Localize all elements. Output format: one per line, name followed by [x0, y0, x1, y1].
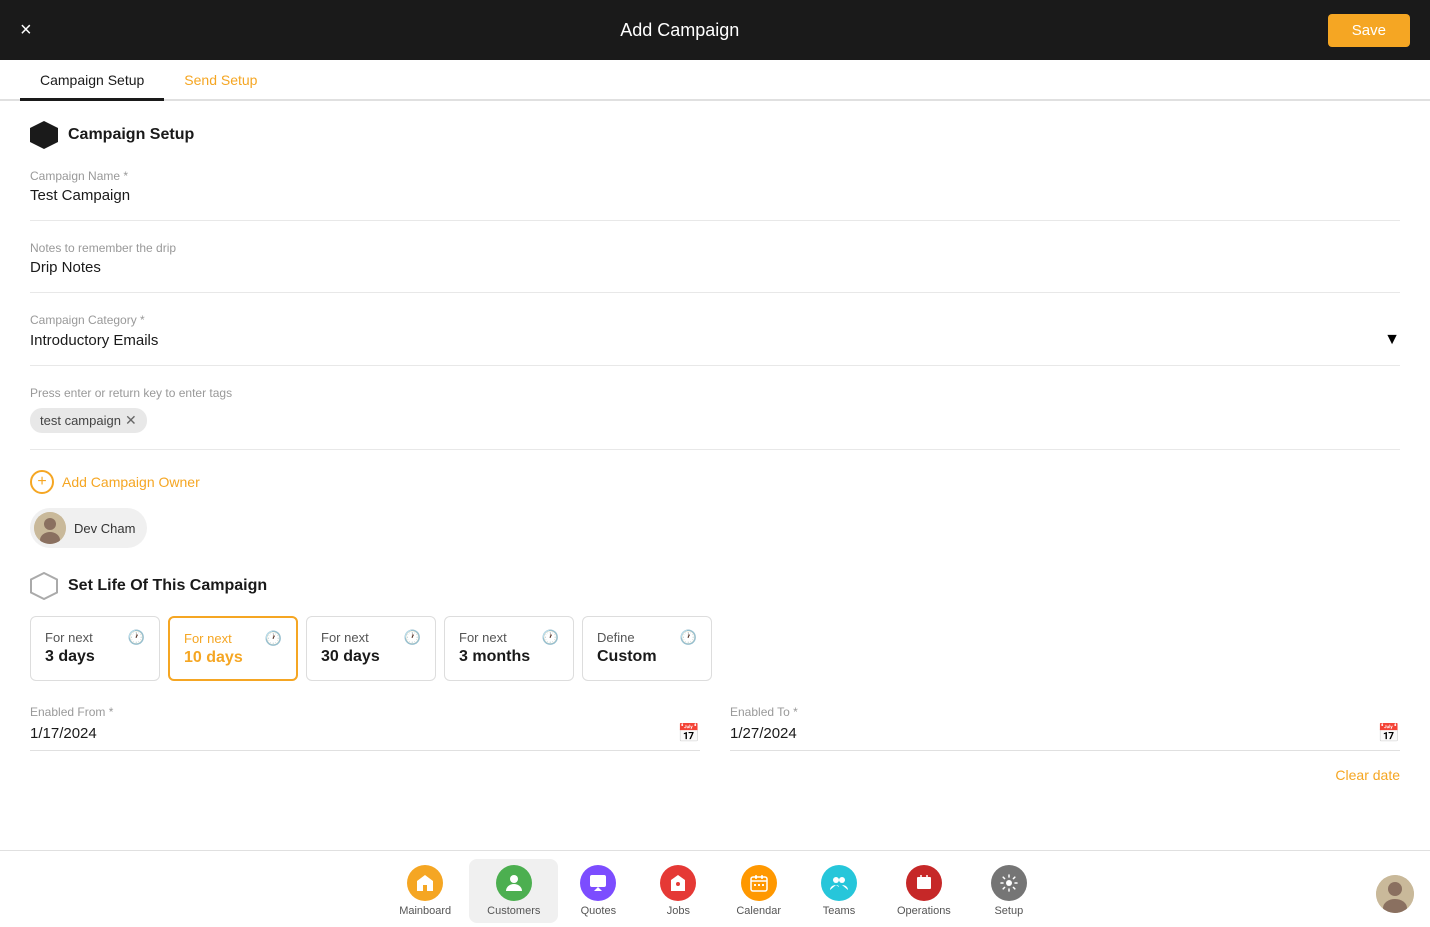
close-button[interactable]: ×: [20, 19, 32, 42]
tab-bar: Campaign Setup Send Setup: [0, 60, 1430, 101]
nav-item-teams[interactable]: Teams: [799, 859, 879, 923]
enabled-to-label: Enabled To *: [730, 705, 1400, 719]
clock-icon-10days: 🕐: [265, 630, 282, 647]
nav-item-quotes[interactable]: Quotes: [558, 859, 638, 923]
clear-date-button[interactable]: Clear date: [30, 767, 1400, 783]
notes-field: Notes to remember the drip Drip Notes: [30, 241, 1400, 293]
campaign-name-label: Campaign Name *: [30, 169, 1400, 183]
customers-label: Customers: [487, 905, 540, 917]
enabled-to-calendar-icon[interactable]: 📅: [1378, 723, 1400, 744]
setup-icon: [991, 865, 1027, 901]
clock-icon-custom: 🕐: [680, 629, 697, 646]
add-owner-icon: +: [30, 470, 54, 494]
life-card-3days[interactable]: For next 🕐 3 days: [30, 616, 160, 681]
enabled-from-input-row: 1/17/2024 📅: [30, 723, 700, 751]
clock-icon-3months: 🕐: [542, 629, 559, 646]
life-card-3months[interactable]: For next 🕐 3 months: [444, 616, 574, 681]
life-options: For next 🕐 3 days For next 🕐 10 days For…: [30, 616, 1400, 681]
enabled-from-label: Enabled From *: [30, 705, 700, 719]
life-card-10days-label: For next: [184, 631, 232, 646]
owner-chip[interactable]: Dev Cham: [30, 508, 147, 548]
enabled-from-field: Enabled From * 1/17/2024 📅: [30, 705, 700, 751]
section-title: Campaign Setup: [68, 126, 194, 144]
nav-item-calendar[interactable]: Calendar: [718, 859, 799, 923]
jobs-label: Jobs: [667, 905, 690, 917]
life-card-custom-value: Custom: [597, 648, 697, 666]
life-card-custom[interactable]: Define 🕐 Custom: [582, 616, 712, 681]
tag-item: test campaign ✕: [30, 408, 147, 433]
enabled-to-field: Enabled To * 1/27/2024 📅: [730, 705, 1400, 751]
life-card-30days-label: For next: [321, 630, 369, 645]
clock-icon-3days: 🕐: [128, 629, 145, 646]
nav-item-customers[interactable]: Customers: [469, 859, 558, 923]
app-header: × Add Campaign Save: [0, 0, 1430, 60]
campaign-life-title: Set Life Of This Campaign: [68, 577, 267, 595]
campaign-name-field: Campaign Name * Test Campaign: [30, 169, 1400, 221]
nav-item-mainboard[interactable]: Mainboard: [381, 859, 469, 923]
mainboard-label: Mainboard: [399, 905, 451, 917]
category-field: Campaign Category * Introductory Emails …: [30, 313, 1400, 366]
teams-label: Teams: [823, 905, 855, 917]
calendar-icon: [741, 865, 777, 901]
customers-icon: [496, 865, 532, 901]
operations-label: Operations: [897, 905, 951, 917]
calendar-label: Calendar: [736, 905, 781, 917]
notes-label: Notes to remember the drip: [30, 241, 1400, 255]
user-avatar-corner[interactable]: [1376, 875, 1414, 913]
life-card-custom-label: Define: [597, 630, 635, 645]
add-campaign-owner-button[interactable]: + Add Campaign Owner: [30, 470, 200, 494]
clock-icon-30days: 🕐: [404, 629, 421, 646]
life-card-10days[interactable]: For next 🕐 10 days: [168, 616, 298, 681]
add-owner-label: Add Campaign Owner: [62, 474, 200, 490]
tab-send-setup[interactable]: Send Setup: [164, 60, 277, 101]
quotes-icon: [580, 865, 616, 901]
category-label: Campaign Category *: [30, 313, 1400, 327]
tag-remove-button[interactable]: ✕: [125, 412, 137, 429]
owner-avatar: [34, 512, 66, 544]
campaign-life-icon: [30, 572, 58, 600]
life-card-3days-value: 3 days: [45, 648, 145, 666]
tag-label: test campaign: [40, 413, 121, 428]
tab-campaign-setup[interactable]: Campaign Setup: [20, 60, 164, 101]
main-content: Campaign Setup Campaign Name * Test Camp…: [0, 101, 1430, 850]
life-card-3months-value: 3 months: [459, 648, 559, 666]
notes-value[interactable]: Drip Notes: [30, 259, 1400, 276]
nav-item-operations[interactable]: Operations: [879, 859, 969, 923]
nav-item-setup[interactable]: Setup: [969, 859, 1049, 923]
tags-label: Press enter or return key to enter tags: [30, 386, 1400, 400]
page-title: Add Campaign: [620, 20, 739, 41]
category-select[interactable]: Introductory Emails ▼: [30, 331, 1400, 349]
jobs-icon: [660, 865, 696, 901]
setup-label: Setup: [994, 905, 1023, 917]
enabled-to-input-row: 1/27/2024 📅: [730, 723, 1400, 751]
nav-item-jobs[interactable]: Jobs: [638, 859, 718, 923]
campaign-name-value[interactable]: Test Campaign: [30, 187, 1400, 204]
section-header: Campaign Setup: [30, 121, 1400, 149]
dropdown-icon: ▼: [1384, 331, 1400, 349]
owner-name: Dev Cham: [74, 521, 135, 536]
enabled-to-value[interactable]: 1/27/2024: [730, 725, 797, 742]
life-card-3months-label: For next: [459, 630, 507, 645]
campaign-setup-icon: [30, 121, 58, 149]
life-card-30days-value: 30 days: [321, 648, 421, 666]
campaign-life-header: Set Life Of This Campaign: [30, 572, 1400, 600]
mainboard-icon: [407, 865, 443, 901]
life-card-30days[interactable]: For next 🕐 30 days: [306, 616, 436, 681]
teams-icon: [821, 865, 857, 901]
tags-container: Press enter or return key to enter tags …: [30, 386, 1400, 450]
save-button[interactable]: Save: [1328, 14, 1410, 47]
life-card-3days-label: For next: [45, 630, 93, 645]
life-card-10days-value: 10 days: [184, 649, 282, 667]
bottom-navigation: Mainboard Customers Quotes Jobs: [0, 850, 1430, 927]
enabled-from-value[interactable]: 1/17/2024: [30, 725, 97, 742]
quotes-label: Quotes: [581, 905, 616, 917]
tags-list: test campaign ✕: [30, 408, 1400, 433]
enabled-from-calendar-icon[interactable]: 📅: [678, 723, 700, 744]
operations-icon: [906, 865, 942, 901]
category-value: Introductory Emails: [30, 332, 158, 349]
date-row: Enabled From * 1/17/2024 📅 Enabled To * …: [30, 705, 1400, 751]
